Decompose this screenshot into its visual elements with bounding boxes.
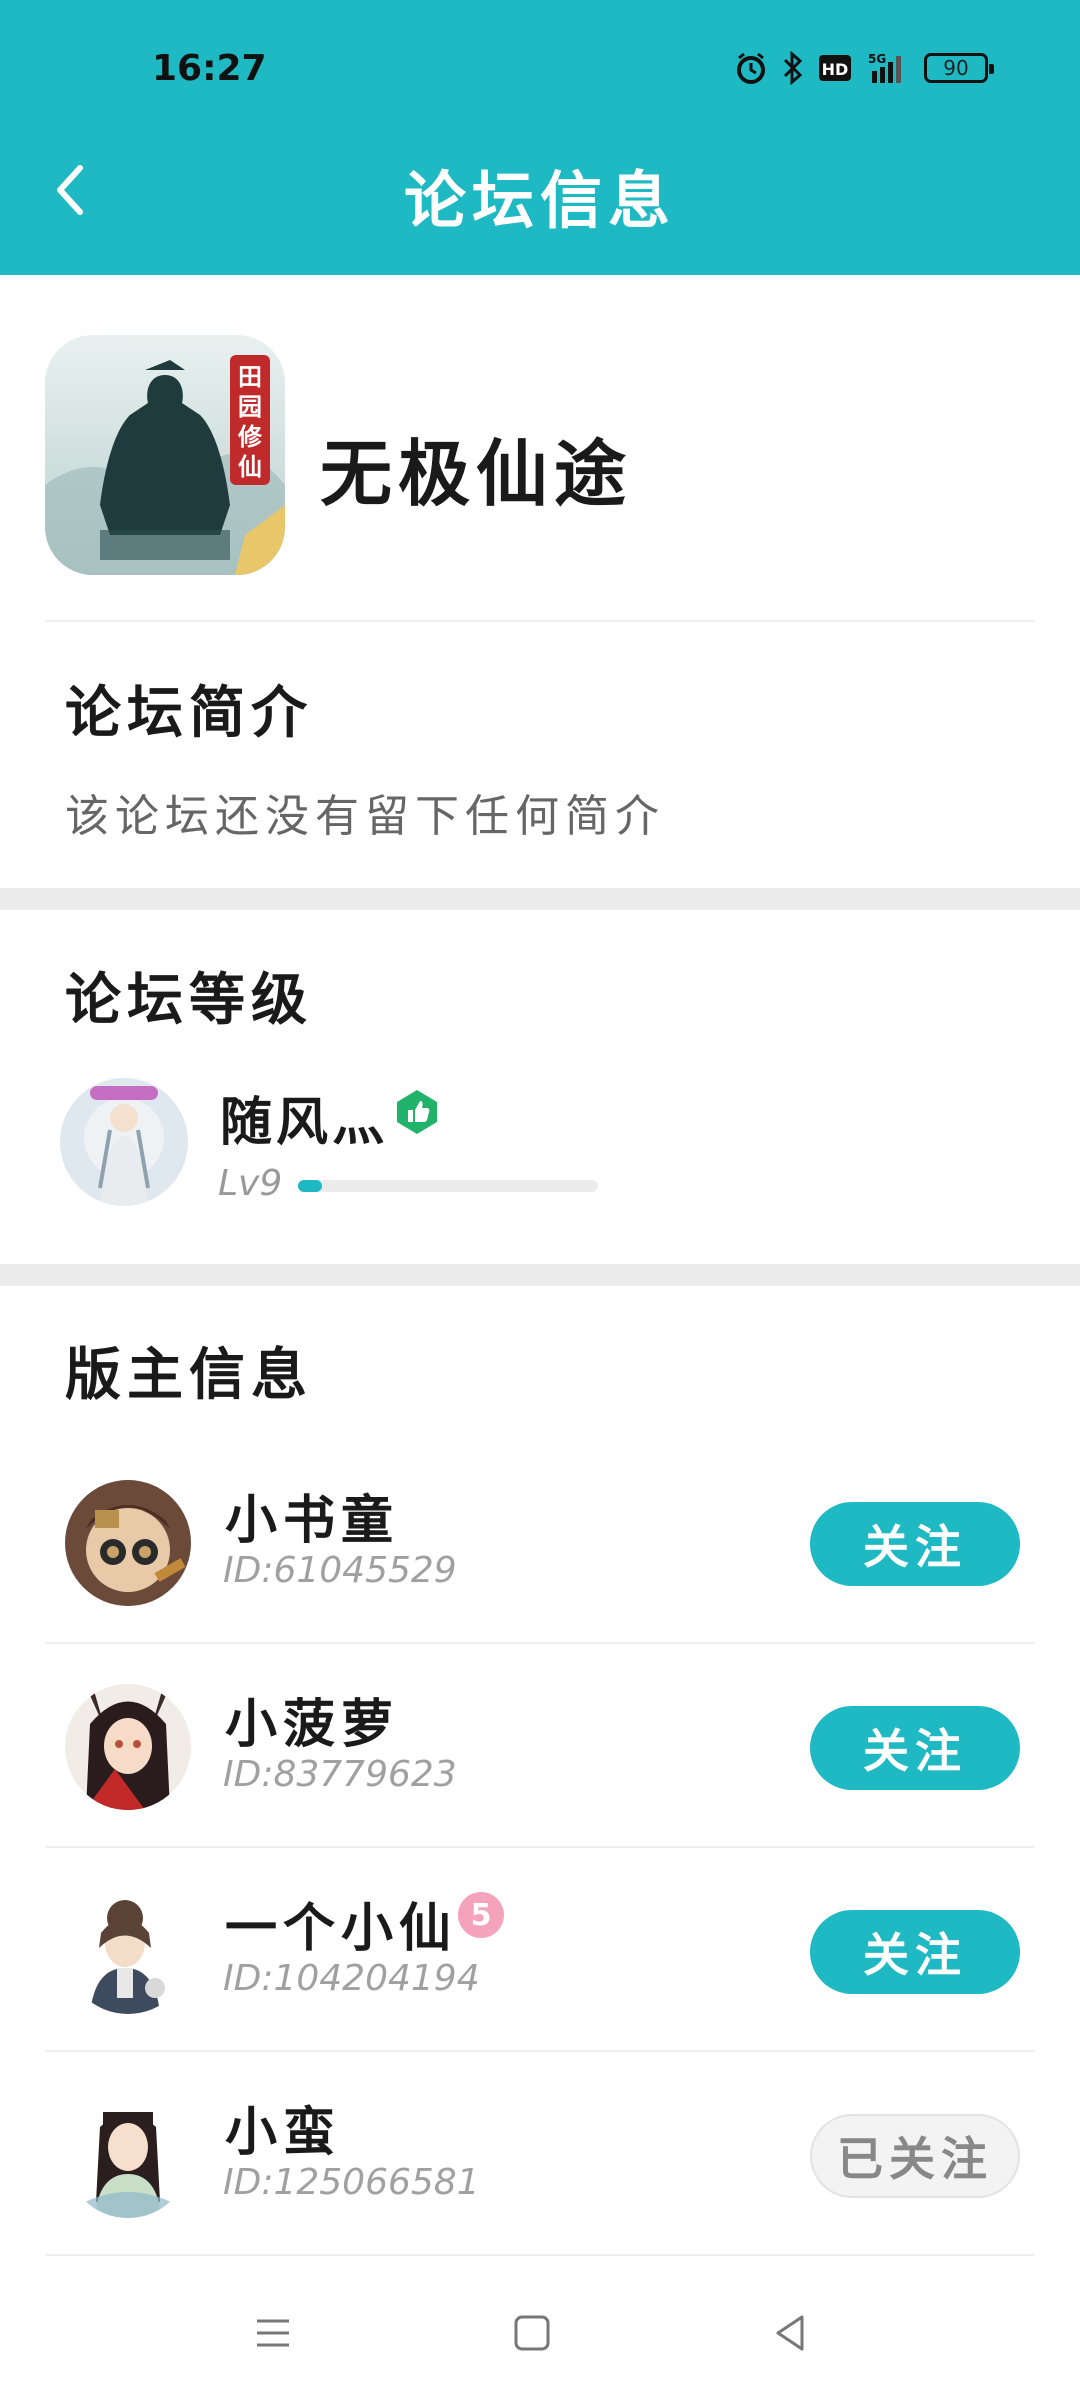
divider [45, 2254, 1035, 2256]
section-gap [0, 888, 1080, 910]
level-progress-fill [298, 1180, 322, 1192]
level-title: 论坛等级 [65, 968, 313, 1033]
svg-text:园: 园 [238, 393, 262, 421]
moderator-name: 小菠萝 [225, 1695, 400, 1755]
status-time: 16:27 [152, 48, 267, 89]
menu-icon[interactable] [248, 2308, 298, 2358]
list-item: 小蛮 ID:125066581 已关注 [45, 2052, 1035, 2256]
list-item: 一个小仙 5 ID:104204194 关注 [45, 1848, 1035, 2052]
avatar[interactable] [60, 1078, 188, 1206]
moderator-name: 小书童 [225, 1491, 400, 1551]
battery-indicator: 90 [924, 53, 994, 83]
svg-text:仙: 仙 [238, 453, 262, 481]
bluetooth-icon [782, 50, 804, 86]
intro-text: 该论坛还没有留下任何简介 [65, 791, 665, 842]
svg-text:5G: 5G [868, 52, 886, 66]
status-icons: HD 5G 90 [734, 50, 994, 86]
followed-button[interactable]: 已关注 [810, 2114, 1020, 2198]
back-triangle-icon[interactable] [765, 2308, 815, 2358]
moderator-id: ID:104204194 [223, 1958, 480, 1999]
avatar[interactable] [65, 1888, 191, 2014]
follow-button[interactable]: 关注 [810, 1706, 1020, 1790]
moderator-id: ID:125066581 [223, 2162, 480, 2203]
app-header: 16:27 HD 5G 90 论坛信息 [0, 0, 1080, 275]
moderator-id: ID:61045529 [223, 1550, 457, 1591]
intro-title: 论坛简介 [65, 681, 313, 746]
vip-level-badge: 5 [458, 1892, 504, 1938]
divider [45, 620, 1035, 622]
home-square-icon[interactable] [507, 2308, 557, 2358]
alarm-icon [734, 50, 768, 86]
signal-icon: 5G [866, 50, 910, 86]
avatar[interactable] [65, 1480, 191, 1606]
moderator-name: 小蛮 [225, 2103, 342, 2163]
list-item: 小菠萝 ID:83779623 关注 [45, 1644, 1035, 1848]
svg-text:HD: HD [822, 60, 849, 79]
moderator-name: 一个小仙 [225, 1899, 458, 1959]
page-title: 论坛信息 [403, 164, 676, 237]
forum-summary: 田 园 修 仙 无极仙途 [0, 275, 1080, 620]
svg-text:修: 修 [237, 423, 263, 451]
thumbs-up-badge-icon [393, 1088, 441, 1136]
moderators-title: 版主信息 [65, 1343, 313, 1408]
system-nav-bar [0, 2260, 1080, 2400]
avatar[interactable] [65, 1684, 191, 1810]
forum-logo-text: 田 [238, 363, 262, 391]
forum-logo: 田 园 修 仙 [45, 335, 285, 575]
section-gap [0, 1264, 1080, 1286]
moderator-id: ID:83779623 [223, 1754, 457, 1795]
follow-button[interactable]: 关注 [810, 1910, 1020, 1994]
avatar[interactable] [65, 2092, 191, 2218]
forum-name: 无极仙途 [320, 432, 633, 516]
follow-button[interactable]: 关注 [810, 1502, 1020, 1586]
status-bar: 16:27 HD 5G 90 [0, 0, 1080, 140]
level-label: Lv9 [218, 1163, 283, 1204]
list-item: 小书童 ID:61045529 关注 [45, 1440, 1035, 1644]
level-progress-bar [298, 1180, 598, 1192]
hd-icon: HD [818, 50, 852, 86]
level-user-name: 随风灬 [220, 1093, 389, 1153]
